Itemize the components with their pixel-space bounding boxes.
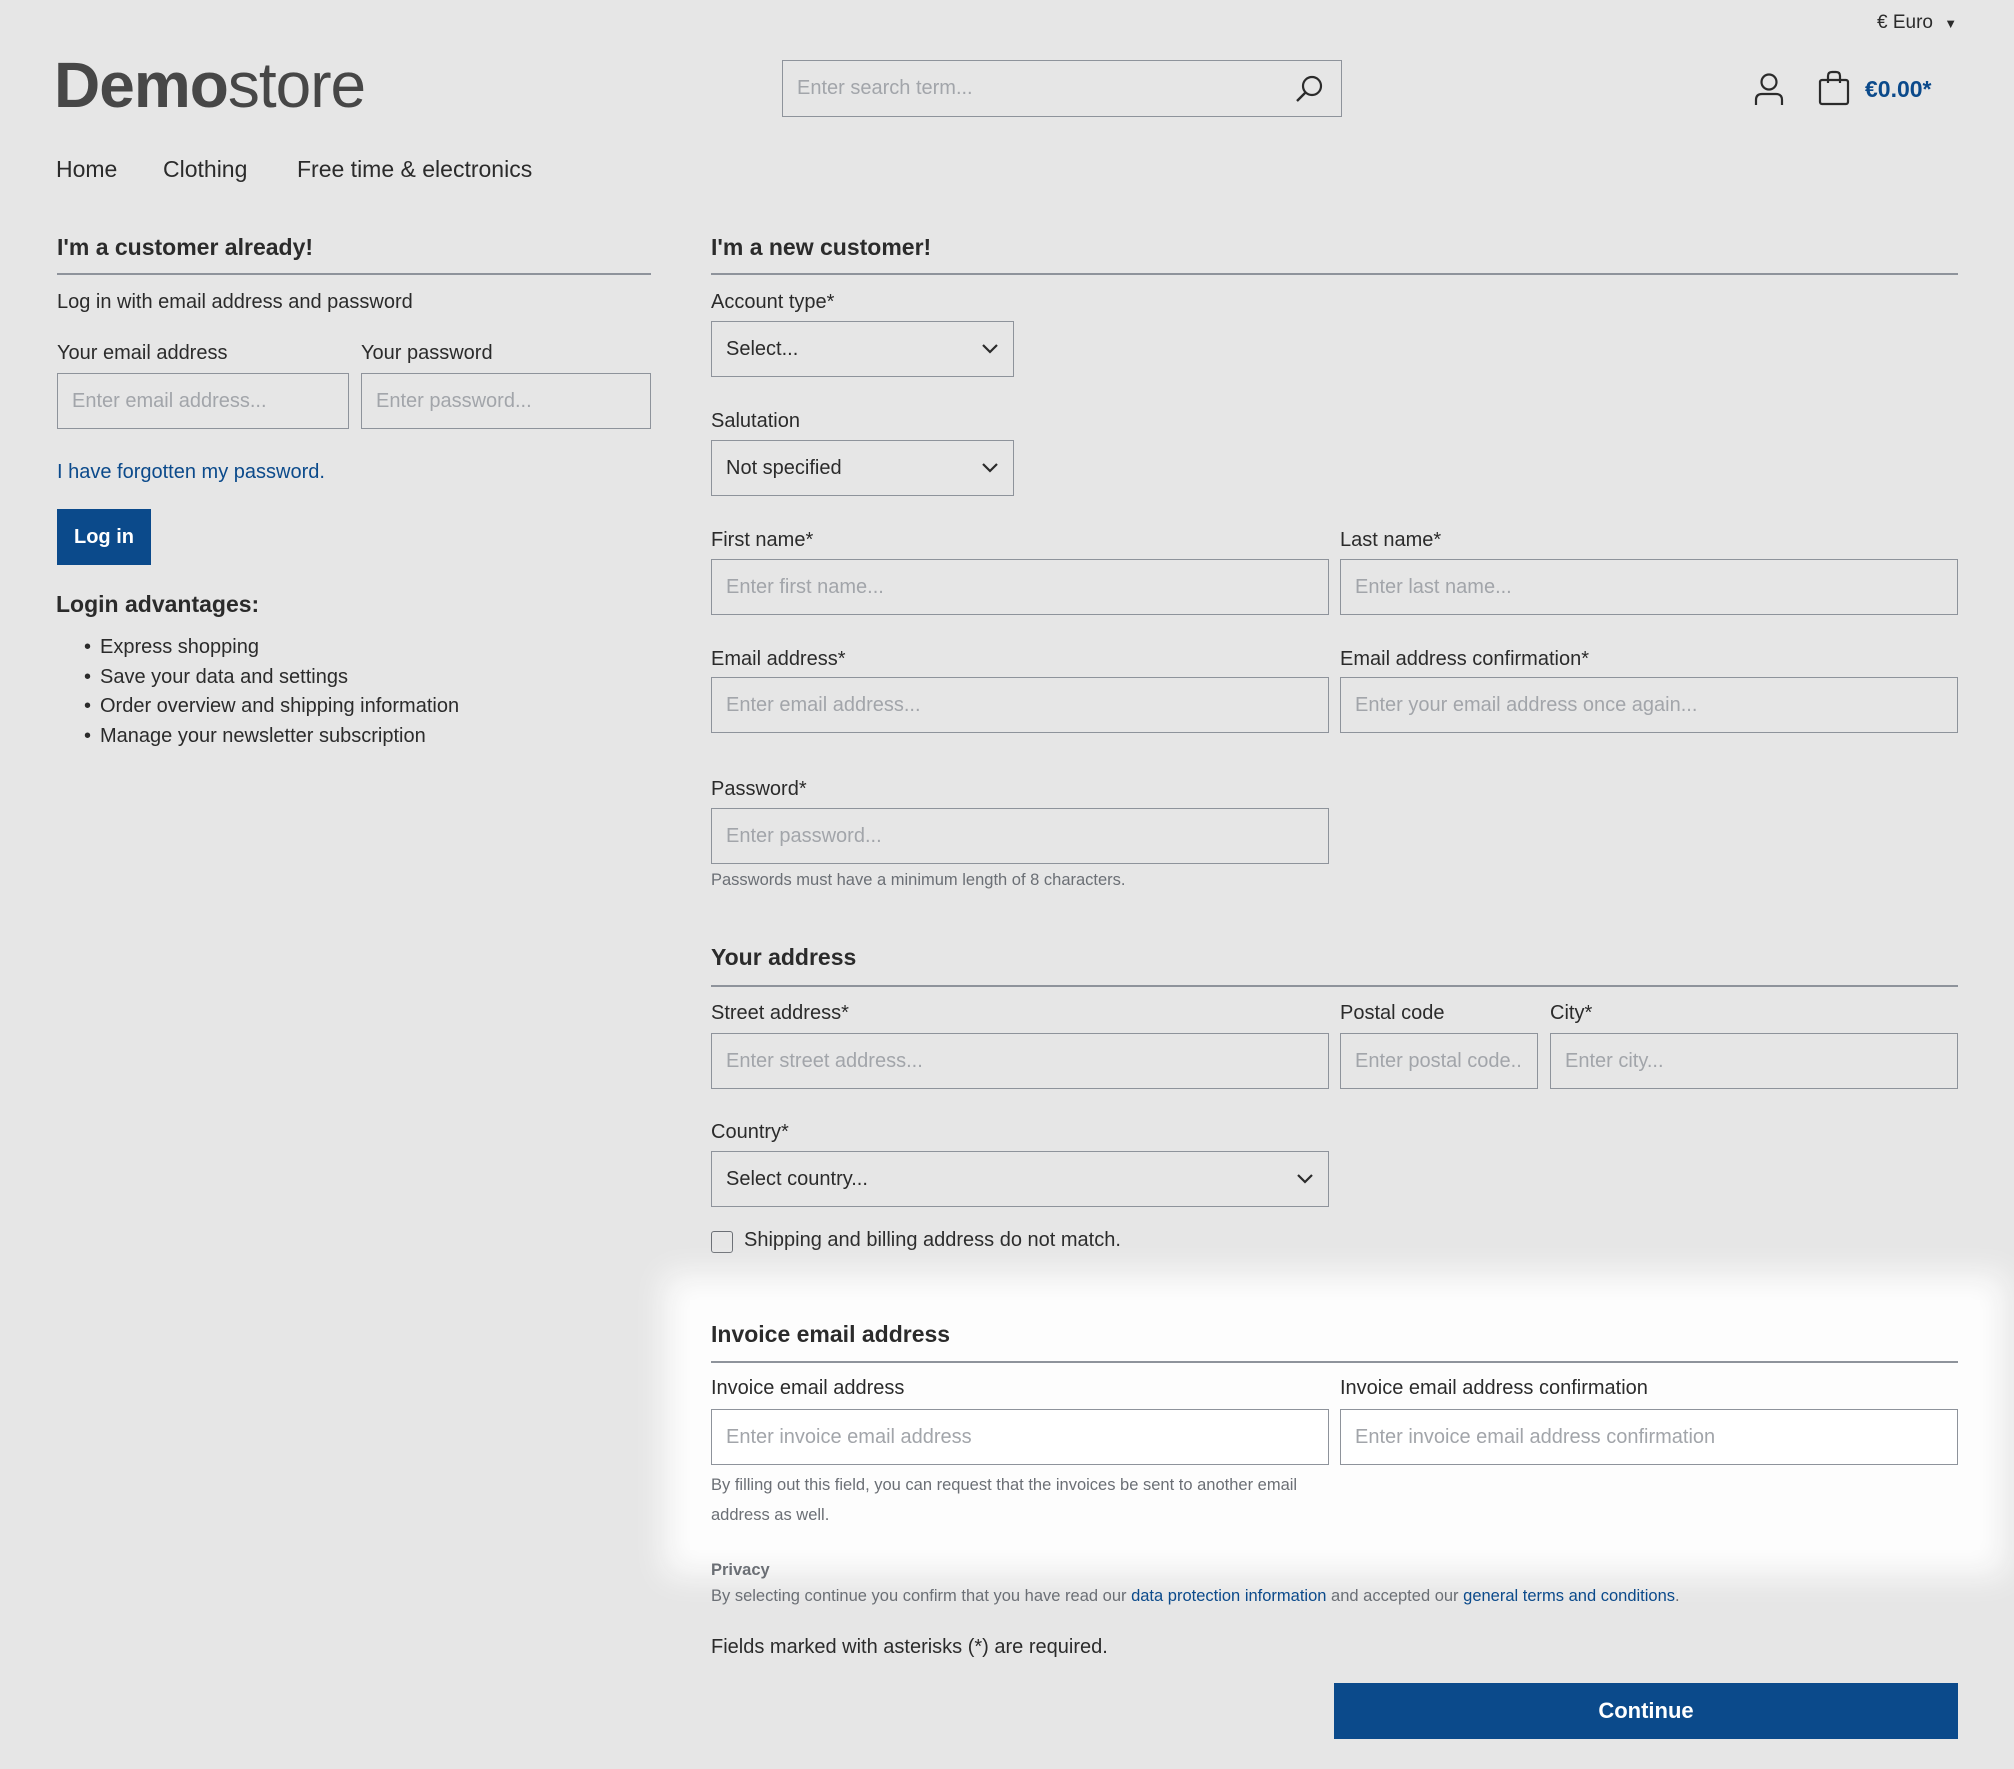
first-name-input[interactable] [711, 559, 1329, 615]
divider [57, 273, 651, 275]
currency-dropdown[interactable]: € Euro ▼ [1877, 12, 1957, 34]
last-name-label: Last name* [1340, 529, 1442, 551]
chevron-down-icon [981, 338, 999, 361]
list-item: Manage your newsletter subscription [84, 725, 459, 755]
shopping-bag-icon[interactable] [1818, 70, 1850, 112]
login-advantages-list: Express shopping Save your data and sett… [84, 636, 459, 754]
required-note: Fields marked with asterisks (*) are req… [711, 1636, 1108, 1658]
different-shipping-checkbox[interactable] [711, 1231, 733, 1253]
register-title: I'm a new customer! [711, 234, 932, 260]
street-label: Street address* [711, 1002, 849, 1024]
login-button[interactable]: Log in [57, 509, 151, 565]
user-icon[interactable] [1754, 72, 1784, 112]
login-email-label: Your email address [57, 342, 228, 364]
chevron-down-icon [1296, 1168, 1314, 1191]
invoice-title: Invoice email address [711, 1321, 951, 1347]
terms-link[interactable]: general terms and conditions [1463, 1587, 1675, 1605]
email-label: Email address* [711, 648, 846, 670]
cart-total[interactable]: €0.00* [1865, 76, 1932, 103]
invoice-email-label: Invoice email address [711, 1377, 905, 1399]
continue-button[interactable]: Continue [1334, 1683, 1958, 1739]
login-intro: Log in with email address and password [57, 291, 413, 313]
country-select[interactable]: Select country... [711, 1151, 1329, 1207]
login-title: I'm a customer already! [57, 234, 314, 260]
login-password-label: Your password [361, 342, 493, 364]
postal-code-input[interactable] [1340, 1033, 1538, 1089]
password-input[interactable] [711, 808, 1329, 864]
forgot-password-link[interactable]: I have forgotten my password. [57, 461, 325, 484]
privacy-text: By selecting continue you confirm that y… [711, 1587, 1680, 1605]
login-advantages-title: Login advantages: [56, 591, 260, 617]
invoice-confirm-input[interactable] [1340, 1409, 1958, 1465]
salutation-select[interactable]: Not specified [711, 440, 1014, 496]
login-email-input[interactable] [57, 373, 349, 429]
first-name-label: First name* [711, 529, 814, 551]
invoice-hint: By filling out this field, you can reque… [711, 1476, 1298, 1524]
list-item: Order overview and shipping information [84, 695, 459, 725]
account-type-label: Account type* [711, 291, 835, 313]
invoice-email-input[interactable] [711, 1409, 1329, 1465]
nav-home[interactable]: Home [56, 156, 117, 183]
search-icon[interactable] [1294, 74, 1324, 110]
logo[interactable]: Demostore [54, 48, 366, 122]
nav-clothing[interactable]: Clothing [163, 156, 247, 183]
country-label: Country* [711, 1121, 789, 1143]
login-password-input[interactable] [361, 373, 651, 429]
invoice-confirm-label: Invoice email address confirmation [1340, 1377, 1648, 1399]
chevron-down-icon [981, 457, 999, 480]
search-input[interactable] [782, 60, 1342, 117]
privacy-title: Privacy [711, 1561, 770, 1579]
list-item: Save your data and settings [84, 666, 459, 696]
different-shipping-label[interactable]: Shipping and billing address do not matc… [744, 1229, 1121, 1252]
email-confirm-input[interactable] [1340, 677, 1958, 733]
divider [711, 273, 1958, 275]
divider [711, 1361, 1958, 1363]
password-label: Password* [711, 778, 807, 800]
account-type-select[interactable]: Select... [711, 321, 1014, 377]
salutation-label: Salutation [711, 410, 800, 432]
email-confirm-label: Email address confirmation* [1340, 648, 1589, 670]
city-label: City* [1550, 1002, 1593, 1024]
divider [711, 985, 1958, 987]
email-input[interactable] [711, 677, 1329, 733]
city-input[interactable] [1550, 1033, 1958, 1089]
caret-down-icon: ▼ [1944, 16, 1958, 31]
postal-code-label: Postal code [1340, 1002, 1445, 1024]
address-title: Your address [711, 944, 857, 970]
password-hint: Passwords must have a minimum length of … [711, 871, 1126, 889]
last-name-input[interactable] [1340, 559, 1958, 615]
nav-free-time-electronics[interactable]: Free time & electronics [297, 156, 532, 183]
street-input[interactable] [711, 1033, 1329, 1089]
data-protection-link[interactable]: data protection information [1131, 1587, 1326, 1605]
list-item: Express shopping [84, 636, 459, 666]
